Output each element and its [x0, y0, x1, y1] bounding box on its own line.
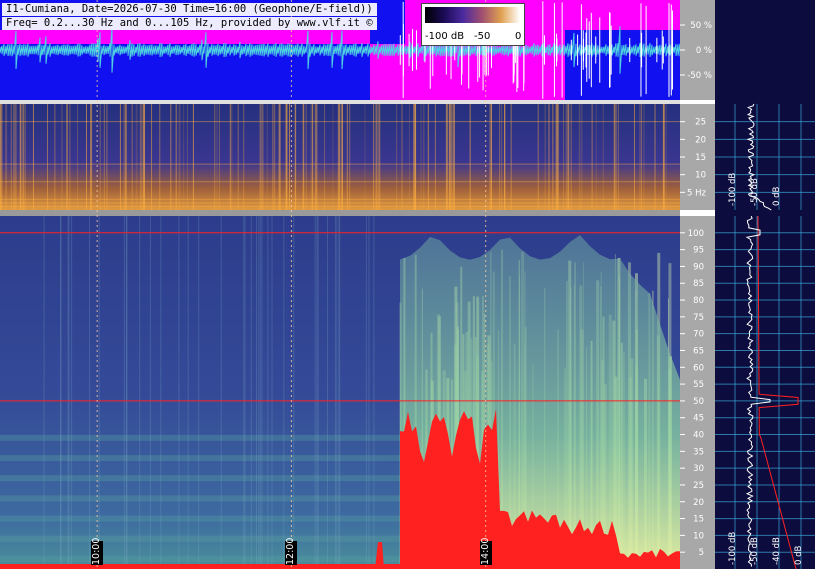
spectrum-x-tick-label: -40 dB: [772, 537, 782, 565]
time-label: 14:00: [479, 537, 491, 565]
spectrogram-high-y-tick-label: 70: [693, 330, 704, 340]
spectrogram-high-y-tick-label: 15: [693, 515, 704, 525]
spectrogram-high-y-tick-label: 50: [693, 397, 704, 407]
frequency-info-label: Freq= 0.2...30 Hz and 0...105 Hz, provid…: [2, 17, 377, 30]
color-scale-mid-label: -50: [474, 31, 491, 42]
chart-canvas: 50 %0 %-50 % 252015105 Hz 10095908580757…: [0, 0, 815, 569]
spectrogram-high-y-tick-label: 75: [693, 313, 704, 323]
panel-divider-1-axis: [680, 100, 715, 104]
waveform-y-tick-label: -50 %: [687, 71, 712, 81]
time-label: 12:00: [285, 537, 297, 565]
spectrogram-low-panel: 25 20 15 10 5 Hz: [0, 104, 715, 210]
spectrogram-high-y-tick-label: 20: [693, 498, 704, 508]
spectrogram-high-y-tick-label: 25: [693, 481, 704, 491]
spectrogram-high-panel: 100 95 90 85 80 75 70 65 60 55 50 45 40 35 30 25 20 15 10 5: [0, 216, 715, 569]
spectrum-x-tick-label: -50 dB: [750, 537, 760, 565]
spectrum-panel-low: -100 dB -50 dB 0 dB: [715, 103, 815, 211]
station-info-label: I1-Cumiana, Date=2026-07-30 Time=16:00 (…: [2, 3, 377, 16]
spectrogram-high-y-tick-label: 85: [693, 279, 704, 289]
spectrogram-high-y-tick-label: 10: [693, 531, 704, 541]
waveform-magenta-top: [565, 0, 680, 30]
spectrogram-low-y-tick-label: 10: [695, 171, 706, 181]
color-scale-bar: [425, 7, 520, 23]
spectrum-x-tick-label: -100 dB: [728, 532, 738, 565]
spectrogram-low-y-tick-label: 5 Hz: [687, 188, 707, 198]
waveform-y-tick-label: 50 %: [690, 21, 712, 31]
spectrogram-high-y-tick-label: 30: [693, 464, 704, 474]
spectrogram-high-y-tick-label: 65: [693, 346, 704, 356]
spectrum-x-tick-label: 0 dB: [794, 545, 804, 565]
spectrogram-high-y-tick-label: 80: [693, 296, 704, 306]
waveform-y-tick-label: 0 %: [696, 46, 712, 56]
spectrogram-high-y-tick-label: 55: [693, 380, 704, 390]
spectrogram-high-y-tick-label: 45: [693, 414, 704, 424]
panel-divider-1: [0, 100, 680, 104]
spectrogram-high-y-tick-label: 35: [693, 447, 704, 457]
time-label: 10:00: [91, 537, 103, 565]
spectrogram-high-y-tick-label: 60: [693, 363, 704, 373]
panel-divider-2: [0, 210, 680, 216]
spectrogram-high-y-tick-label: 90: [693, 262, 704, 272]
spectrum-x-tick-label: 0 dB: [772, 186, 782, 206]
spectrum-x-tick-label: -50 dB: [750, 178, 760, 206]
spectrogram-low-y-tick-label: 15: [695, 153, 706, 163]
spectrum-x-tick-label: -100 dB: [728, 173, 738, 206]
spectrogram-high-y-tick-label: 40: [693, 431, 704, 441]
spectrogram-low-y-tick-label: 25: [695, 118, 706, 128]
spectrogram-high-y-tick-label: 5: [699, 548, 704, 558]
panel-divider-2-axis: [680, 210, 715, 216]
waveform-magenta-band: [0, 30, 370, 44]
spectrum-panel-high: -100 dB -50 dB -40 dB 0 dB: [715, 215, 815, 569]
color-scale-max-label: 0: [515, 31, 522, 42]
color-scale-min-label: -100 dB: [425, 31, 465, 42]
spectrogram-high-y-tick-label: 100: [688, 229, 704, 239]
color-scale-legend: -100 dB -50 0: [421, 3, 525, 46]
spectrogram-low-streaks: [0, 104, 667, 210]
spectrogram-high-y-tick-label: 95: [693, 246, 704, 256]
spectrogram-low-y-tick-label: 20: [695, 135, 706, 145]
